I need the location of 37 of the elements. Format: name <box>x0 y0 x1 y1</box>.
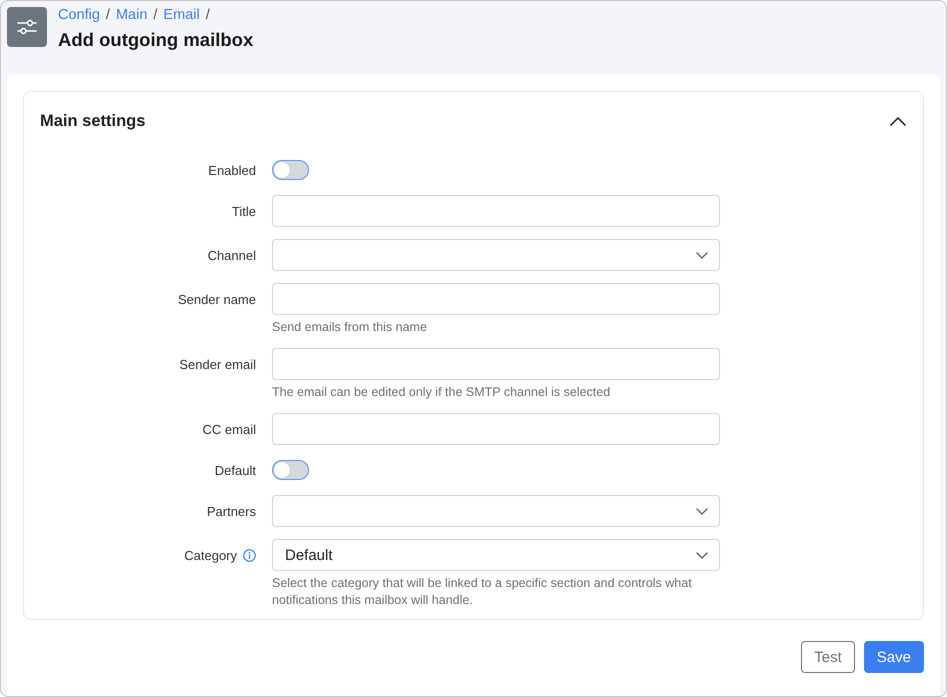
field-label: Sender name <box>178 292 256 306</box>
field-label: Channel <box>208 248 256 262</box>
toggle-switch[interactable] <box>272 460 309 480</box>
breadcrumb-separator: / <box>153 7 158 23</box>
text-field[interactable] <box>272 348 720 380</box>
chevron-up-icon[interactable] <box>890 116 906 126</box>
info-icon[interactable] <box>243 548 256 562</box>
select-field[interactable]: Default <box>272 539 720 571</box>
toggle-switch[interactable] <box>272 160 309 180</box>
breadcrumb-link[interactable]: Main <box>116 7 148 23</box>
text-field[interactable] <box>272 413 720 445</box>
breadcrumb-link[interactable]: Config <box>58 7 100 23</box>
select-field[interactable] <box>272 495 720 527</box>
breadcrumb-separator: / <box>106 7 110 23</box>
breadcrumb-link[interactable]: Email <box>163 7 200 23</box>
field-label: Enabled <box>208 162 256 178</box>
page-title: Add outgoing mailbox <box>58 29 254 51</box>
breadcrumb-separator: / <box>206 7 210 23</box>
field-label: Title <box>232 204 256 218</box>
text-field[interactable] <box>272 283 720 315</box>
field-hint: The email can be edited only if the SMTP channel is selected <box>272 384 612 401</box>
chevron-down-icon <box>696 552 708 558</box>
text-field[interactable] <box>272 195 720 227</box>
field-label: Sender email <box>179 356 256 372</box>
section-title: Main settings <box>40 112 146 130</box>
field-hint: Send emails from this name <box>272 319 428 336</box>
save-button[interactable]: Save <box>864 641 924 673</box>
sliders-icon <box>7 7 47 47</box>
field-label: Partners <box>206 504 256 518</box>
field-label: Default <box>214 462 256 478</box>
field-label: CC email <box>202 422 256 436</box>
field-hint: Select the category that will be linked to a specific section and controls what notifications this mailbox will handle. <box>272 575 693 609</box>
field-label: Category <box>184 548 237 562</box>
chevron-down-icon <box>696 508 708 514</box>
select-field[interactable] <box>272 239 720 271</box>
chevron-down-icon <box>696 252 708 258</box>
test-button[interactable]: Test <box>801 641 855 673</box>
